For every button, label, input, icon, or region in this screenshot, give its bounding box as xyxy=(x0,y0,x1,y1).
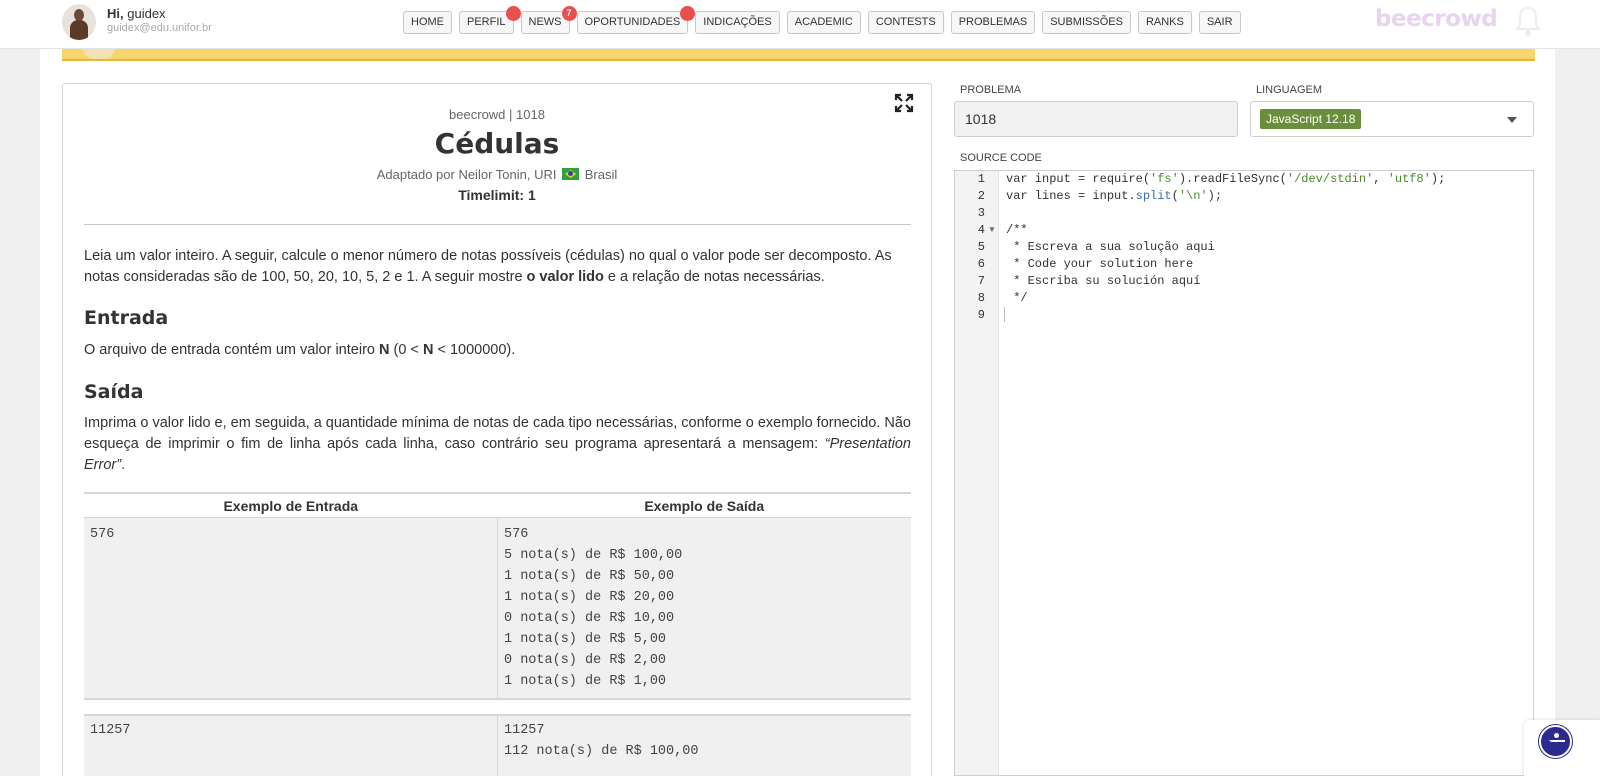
nav-academic-button[interactable]: ACADEMIC xyxy=(786,11,861,34)
announcement-banner xyxy=(62,48,1065,61)
text-cursor xyxy=(1004,307,1005,322)
code-line: var lines = input.split('\n'); xyxy=(1006,189,1223,203)
language-value: JavaScript 12.18 xyxy=(1260,109,1362,129)
nav-problemas-button[interactable]: PROBLEMAS xyxy=(950,11,1036,34)
chevron-down-icon xyxy=(1507,117,1517,123)
accessibility-widget[interactable] xyxy=(1524,720,1600,776)
beecrowd-logo[interactable]: beecrowd xyxy=(1375,6,1498,32)
problem-title: Cédulas xyxy=(434,127,560,160)
timelimit: Timelimit: 1 xyxy=(458,187,536,203)
brazil-flag-icon xyxy=(562,168,580,180)
code-line: var input = require('fs').readFileSync('… xyxy=(1006,172,1446,186)
nav-oportunidades-button[interactable]: OPORTUNIDADES xyxy=(576,6,696,34)
line-number: 2 xyxy=(977,189,985,203)
example-table-2: 11257 11257 112 nota(s) de R$ 100,00 xyxy=(84,714,911,776)
problem-id-field[interactable]: 1018 xyxy=(954,101,1238,137)
code-line: /** xyxy=(1006,223,1028,237)
nav-home-button[interactable]: HOME xyxy=(403,11,452,34)
example-output-cell: 576 5 nota(s) de R$ 100,00 1 nota(s) de … xyxy=(497,518,911,698)
problem-breadcrumb: beecrowd | 1018 xyxy=(449,107,545,122)
example-table: Exemplo de Entrada Exemplo de Saída 576 … xyxy=(84,492,911,700)
line-number: 9 xyxy=(977,308,985,322)
code-line: * Escreva a sua solução aqui xyxy=(1006,240,1215,254)
scrollbar-track[interactable] xyxy=(1555,49,1600,776)
problem-label: PROBLEMA xyxy=(960,84,1022,96)
example-input-cell: 11257 xyxy=(90,723,131,738)
greeting: Hi, xyxy=(107,6,124,21)
user-info: Hi, guidex guidex@edu.unifor.br xyxy=(107,7,212,35)
news-count-badge: 7 xyxy=(561,6,577,21)
nav-ranks-button[interactable]: RANKS xyxy=(1137,11,1192,34)
language-label: LINGUAGEM xyxy=(1256,84,1323,96)
bell-icon[interactable] xyxy=(1513,5,1543,44)
code-editor[interactable]: 1 2 3 4 ▼ 5 6 7 8 9 var input = require(… xyxy=(954,170,1534,776)
announcement-banner-right xyxy=(1065,48,1535,61)
user-name: guidex xyxy=(127,6,166,21)
problem-description: Leia um valor inteiro. A seguir, calcule… xyxy=(84,248,892,285)
line-number: 5 xyxy=(977,240,985,254)
notification-badge xyxy=(505,6,521,21)
nav-submissoes-button[interactable]: SUBMISSÕES xyxy=(1042,11,1131,34)
line-number: 3 xyxy=(977,206,985,220)
input-description: O arquivo de entrada contém um valor int… xyxy=(84,342,516,358)
problem-statement-panel: beecrowd | 1018 Cédulas Adaptado por Nei… xyxy=(62,83,932,776)
input-heading: Entrada xyxy=(84,307,169,329)
source-code-label: SOURCE CODE xyxy=(960,152,1042,164)
example-input-header: Exemplo de Entrada xyxy=(223,498,359,514)
avatar[interactable] xyxy=(62,4,96,40)
top-navbar: Hi, guidex guidex@edu.unifor.br HOME PER… xyxy=(0,0,1600,49)
code-line: */ xyxy=(1006,291,1028,305)
example-input-cell: 576 xyxy=(90,527,115,542)
line-number: 1 xyxy=(977,172,985,186)
example-output-cell: 11257 112 nota(s) de R$ 100,00 xyxy=(497,716,911,776)
line-number: 4 xyxy=(977,223,985,237)
user-email: guidex@edu.unifor.br xyxy=(107,22,212,34)
fold-arrow-icon[interactable]: ▼ xyxy=(988,225,996,234)
nav-contests-button[interactable]: CONTESTS xyxy=(867,11,944,34)
code-line: * Code your solution here xyxy=(1006,257,1194,271)
line-number: 7 xyxy=(977,274,985,288)
output-description: Imprima o valor lido e, em seguida, a qu… xyxy=(84,415,911,473)
line-number: 8 xyxy=(977,291,985,305)
code-line: * Escriba su solución aquí xyxy=(1006,274,1201,288)
output-heading: Saída xyxy=(84,381,144,403)
example-output-header: Exemplo de Saída xyxy=(644,498,765,514)
line-number: 6 xyxy=(977,257,985,271)
problem-author: Adaptado por Neilor Tonin, URI Brasil xyxy=(376,167,618,182)
nav-news-button[interactable]: NEWS 7 xyxy=(520,6,577,34)
accessibility-icon[interactable] xyxy=(1539,725,1572,758)
main-nav: HOME PERFIL NEWS 7 OPORTUNIDADES INDICAÇÕ… xyxy=(403,6,1248,34)
nav-indicacoes-button[interactable]: INDICAÇÕES xyxy=(695,11,780,34)
nav-perfil-button[interactable]: PERFIL xyxy=(459,6,521,34)
notification-badge xyxy=(680,6,696,21)
language-select[interactable]: JavaScript 12.18 xyxy=(1250,101,1534,137)
nav-sair-button[interactable]: SAIR xyxy=(1198,11,1241,34)
divider xyxy=(84,224,911,225)
